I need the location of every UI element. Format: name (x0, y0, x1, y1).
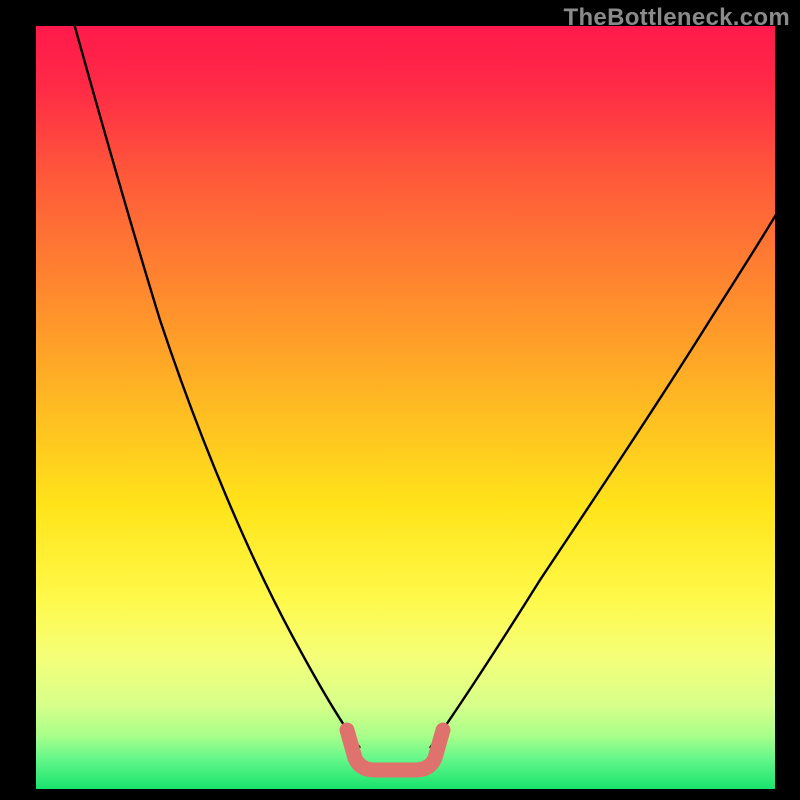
chart-stage: TheBottleneck.com (0, 0, 800, 800)
plot-background (36, 26, 775, 789)
watermark-text: TheBottleneck.com (564, 4, 790, 32)
bottleneck-chart (0, 0, 800, 800)
